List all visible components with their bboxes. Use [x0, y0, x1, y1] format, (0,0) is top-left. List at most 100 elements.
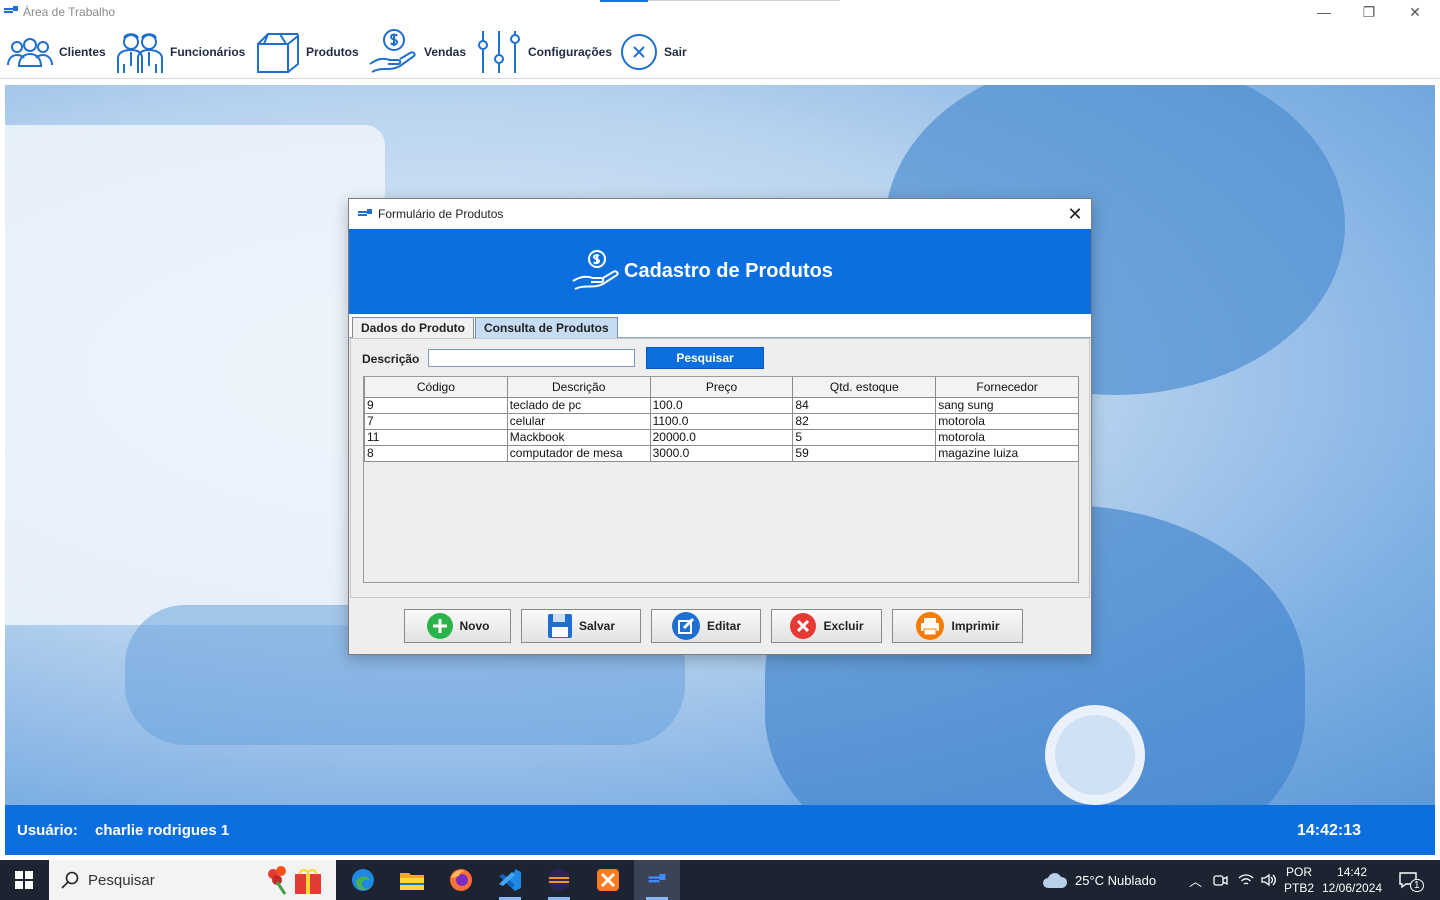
start-button[interactable] — [0, 860, 48, 900]
taskbar-date: 12/06/2024 — [1322, 881, 1383, 895]
cell-preco: 20000.0 — [649, 428, 794, 446]
cell-estoque: 82 — [792, 412, 937, 430]
toolbar-produtos[interactable]: Produtos — [254, 24, 359, 79]
taskbar-firefox[interactable] — [438, 860, 484, 900]
tab-bar: Dados do Produto Consulta de Produtos — [349, 314, 1091, 338]
volume-control[interactable] — [1260, 860, 1276, 900]
folder-icon — [400, 873, 424, 890]
status-clock: 14:42:13 — [1296, 822, 1361, 839]
cell-codigo: 9 — [364, 396, 508, 414]
taskbar-eclipse[interactable] — [536, 860, 582, 900]
description-label: Descrição — [362, 352, 420, 366]
editar-button[interactable]: Editar — [651, 609, 761, 643]
dialog-header: Cadastro de Produtos — [349, 229, 1091, 314]
cloud-icon — [1043, 873, 1068, 888]
novo-label: Novo — [459, 619, 490, 633]
weather-widget[interactable]: 25°C Nublado — [1042, 860, 1156, 900]
meet-now[interactable] — [1212, 860, 1228, 900]
imprimir-button[interactable]: Imprimir — [892, 609, 1023, 643]
taskbar-clock[interactable]: 14:42 12/06/2024 — [1322, 860, 1382, 900]
column-header-estoque[interactable]: Qtd. estoque — [792, 377, 937, 398]
cell-descricao: teclado de pc — [506, 396, 651, 414]
taskbar-search-placeholder: Pesquisar — [88, 872, 155, 889]
edit-icon — [671, 612, 700, 640]
toolbar-configuracoes[interactable]: Configurações — [478, 24, 612, 79]
toolbar-label: Clientes — [59, 44, 106, 59]
column-header-fornecedor[interactable]: Fornecedor — [935, 377, 1079, 398]
table-row[interactable]: 9 teclado de pc 100.0 84 sang sung — [364, 396, 1079, 414]
maximize-button[interactable]: ❐ — [1349, 2, 1389, 22]
x-icon — [790, 613, 817, 639]
input-language[interactable]: POR PTB2 — [1284, 860, 1314, 900]
novo-button[interactable]: Novo — [404, 609, 511, 643]
salvar-button[interactable]: Salvar — [521, 609, 641, 643]
search-button[interactable]: Pesquisar — [646, 347, 764, 369]
weather-text: 25°C Nublado — [1075, 872, 1157, 888]
network-status[interactable] — [1238, 860, 1254, 900]
java-app-icon — [648, 874, 666, 883]
eclipse-icon — [548, 869, 570, 891]
cell-codigo: 11 — [364, 428, 508, 446]
toolbar-label: Sair — [664, 44, 687, 59]
column-header-descricao[interactable]: Descrição — [506, 377, 651, 398]
toolbar-label: Configurações — [528, 44, 613, 59]
cell-preco: 1100.0 — [649, 412, 794, 430]
sliders-icon — [478, 30, 520, 73]
taskbar-vscode[interactable] — [487, 860, 533, 900]
table-row[interactable]: 7 celular 1100.0 82 motorola — [364, 412, 1079, 430]
cell-descricao: celular — [506, 412, 651, 430]
taskbar-java-app[interactable] — [634, 860, 680, 900]
search-icon — [61, 871, 79, 889]
box-icon — [257, 32, 299, 73]
taskbar-search[interactable]: Pesquisar — [49, 860, 336, 900]
floppy-icon — [547, 614, 572, 638]
show-hidden-icons[interactable]: ︿ — [1189, 860, 1202, 900]
excluir-label: Excluir — [823, 619, 864, 633]
java-app-icon — [4, 6, 18, 13]
description-input[interactable] — [428, 349, 635, 367]
notification-count: 1 — [1410, 878, 1424, 892]
gift-flowers-icon — [268, 866, 321, 895]
taskbar-xampp[interactable] — [585, 860, 631, 900]
search-panel: Descrição Pesquisar Código Descrição Pre… — [350, 338, 1090, 598]
toolbar-clientes[interactable]: Clientes — [7, 24, 106, 79]
cell-fornecedor: motorola — [935, 428, 1079, 446]
salvar-label: Salvar — [578, 619, 616, 633]
column-header-codigo[interactable]: Código — [364, 377, 508, 398]
cell-codigo: 7 — [364, 412, 508, 430]
dialog-title: Formulário de Produtos — [378, 207, 504, 221]
taskbar-file-explorer[interactable] — [389, 860, 435, 900]
table-row[interactable]: 8 computador de mesa 3000.0 59 magazine … — [364, 444, 1079, 462]
firefox-icon — [450, 869, 472, 891]
taskbar-edge[interactable] — [340, 860, 386, 900]
table-row[interactable]: 11 Mackbook 20000.0 5 motorola — [364, 428, 1079, 446]
window-titlebar: Área de Trabalho — ❐ ✕ — [0, 0, 1440, 24]
toolbar-vendas[interactable]: Vendas — [368, 24, 466, 79]
dialog-titlebar: Formulário de Produtos ✕ — [349, 199, 1091, 229]
title-accent — [600, 0, 648, 2]
notification-center[interactable]: 1 — [1398, 860, 1424, 900]
language-code: POR — [1286, 865, 1313, 879]
toolbar-sair[interactable]: Sair — [620, 24, 687, 79]
editar-label: Editar — [706, 619, 741, 633]
toolbar-funcionarios[interactable]: Funcionários — [116, 24, 245, 79]
employees-icon — [117, 32, 163, 73]
products-dialog: Formulário de Produtos ✕ Cadastro de Pro… — [348, 198, 1092, 655]
cell-descricao: Mackbook — [506, 428, 651, 446]
cell-estoque: 84 — [792, 396, 937, 414]
window-title: Área de Trabalho — [23, 5, 116, 19]
edge-icon — [352, 869, 374, 891]
tab-dados-do-produto[interactable]: Dados do Produto — [352, 317, 474, 338]
dialog-close-button[interactable]: ✕ — [1059, 199, 1091, 229]
windows-logo-icon — [15, 871, 33, 889]
excluir-button[interactable]: Excluir — [771, 609, 882, 643]
cell-fornecedor: sang sung — [935, 396, 1079, 414]
minimize-button[interactable]: — — [1304, 2, 1344, 22]
close-window-button[interactable]: ✕ — [1395, 2, 1435, 22]
cell-fornecedor: magazine luiza — [935, 444, 1079, 462]
camera-icon — [1213, 875, 1228, 886]
column-header-preco[interactable]: Preço — [649, 377, 794, 398]
tab-consulta-de-produtos[interactable]: Consulta de Produtos — [475, 317, 618, 338]
cell-codigo: 8 — [364, 444, 508, 462]
cell-fornecedor: motorola — [935, 412, 1079, 430]
